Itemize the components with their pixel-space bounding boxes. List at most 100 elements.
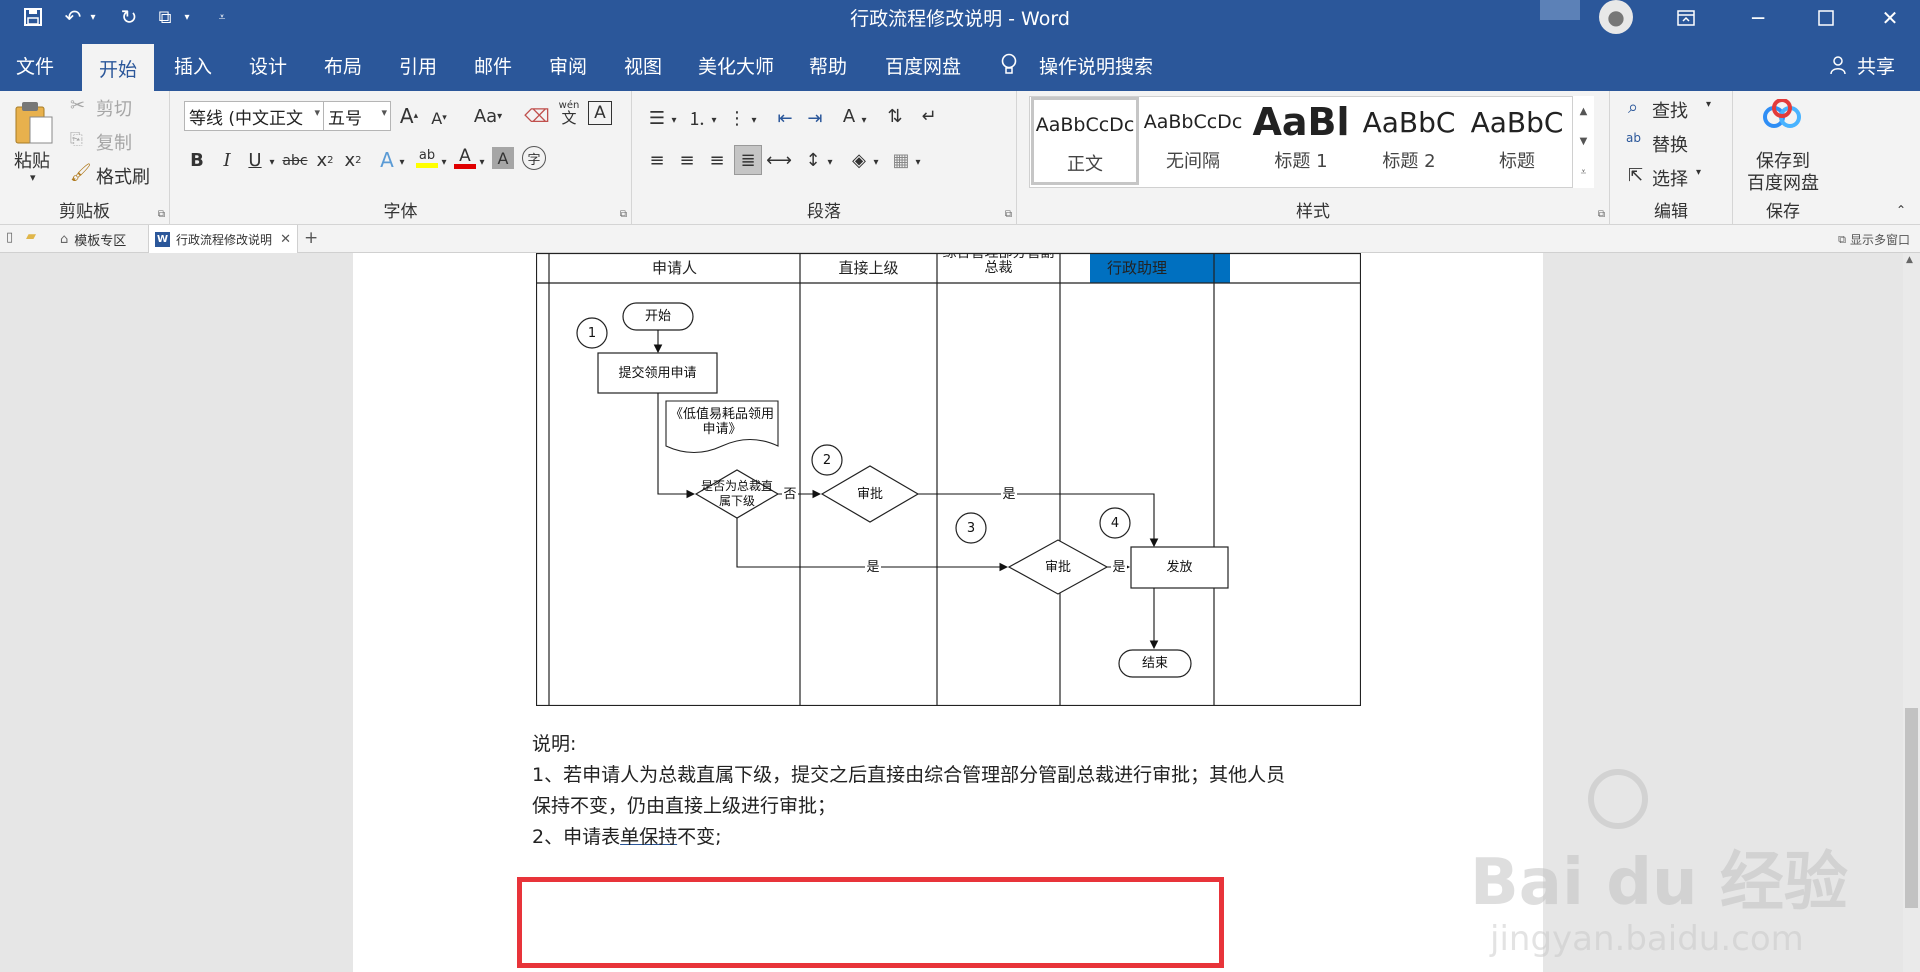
- italic-icon[interactable]: I: [214, 147, 240, 173]
- tab-current-document[interactable]: W 行政流程修改说明 ✕: [148, 225, 298, 253]
- tab-review[interactable]: 审阅: [543, 47, 593, 83]
- style-no-spacing[interactable]: AaBbCcDc 无间隔: [1139, 97, 1247, 185]
- tab-insert[interactable]: 插入: [168, 47, 218, 83]
- styles-more-icon[interactable]: ⩡: [1581, 167, 1587, 178]
- copy-button[interactable]: 复制: [96, 129, 132, 155]
- tab-view[interactable]: 视图: [618, 47, 668, 83]
- minimize-icon[interactable]: ─: [1728, 0, 1788, 35]
- character-border-icon[interactable]: A: [588, 101, 612, 125]
- bullets-dropdown-icon[interactable]: ▾: [668, 107, 680, 133]
- save-icon[interactable]: [18, 3, 48, 31]
- tab-design[interactable]: 设计: [243, 47, 293, 83]
- bold-icon[interactable]: B: [184, 147, 210, 173]
- tab-references[interactable]: 引用: [393, 47, 443, 83]
- font-launcher-icon[interactable]: ⧉: [620, 209, 627, 220]
- character-shading-icon[interactable]: A: [492, 147, 514, 169]
- format-painter-button[interactable]: 格式刷: [96, 163, 150, 189]
- style-heading-1[interactable]: AaBl 标题 1: [1247, 97, 1355, 185]
- clipboard-launcher-icon[interactable]: ⧉: [158, 209, 165, 220]
- tab-close-icon[interactable]: ✕: [280, 232, 291, 247]
- decrease-indent-icon[interactable]: ⇤: [772, 105, 798, 131]
- cut-button[interactable]: 剪切: [96, 95, 132, 121]
- tab-help[interactable]: 帮助: [803, 47, 853, 83]
- find-dropdown-icon[interactable]: ▾: [1706, 99, 1711, 110]
- lightbulb-icon[interactable]: [996, 47, 1022, 83]
- bullets-icon[interactable]: ☰: [644, 105, 670, 131]
- new-tab-icon[interactable]: +: [304, 228, 318, 248]
- undo-icon[interactable]: ↶: [58, 3, 88, 31]
- avatar[interactable]: ●: [1599, 0, 1633, 34]
- highlight-dropdown-icon[interactable]: ▾: [438, 149, 450, 175]
- justify-icon[interactable]: ≣: [734, 145, 762, 175]
- highlight-icon[interactable]: ab: [414, 145, 440, 171]
- replace-button[interactable]: 替换: [1652, 131, 1688, 157]
- show-marks-icon[interactable]: ↵: [916, 103, 942, 129]
- select-dropdown-icon[interactable]: ▾: [1696, 167, 1701, 178]
- tab-meihua[interactable]: 美化大师: [693, 47, 779, 83]
- borders-dropdown-icon[interactable]: ▾: [912, 149, 924, 175]
- line-spacing-icon[interactable]: ↕: [800, 147, 826, 173]
- show-multi-window-button[interactable]: ⧉ 显示多窗口: [1838, 231, 1910, 248]
- font-name-combo[interactable]: 等线 (中文正文 ▾: [184, 101, 324, 131]
- close-icon[interactable]: ✕: [1860, 0, 1920, 35]
- tab-layout[interactable]: 布局: [318, 47, 368, 83]
- chinese-layout-dropdown-icon[interactable]: ▾: [858, 107, 870, 133]
- ribbon-display-options-icon[interactable]: [1656, 0, 1716, 35]
- superscript-icon[interactable]: x2: [340, 147, 366, 173]
- new-doc-icon[interactable]: ▯: [6, 230, 13, 245]
- grow-font-icon[interactable]: A ▴: [396, 103, 422, 129]
- scrollbar-thumb[interactable]: [1905, 708, 1918, 908]
- tell-me-search[interactable]: 操作说明搜索: [1036, 47, 1156, 83]
- paste-qat-icon[interactable]: ⧉: [150, 3, 180, 31]
- redo-icon[interactable]: ↻: [114, 3, 144, 31]
- multilevel-list-dropdown-icon[interactable]: ▾: [748, 107, 760, 133]
- select-icon[interactable]: ⇱: [1628, 165, 1643, 186]
- increase-indent-icon[interactable]: ⇥: [802, 105, 828, 131]
- underline-dropdown-icon[interactable]: ▾: [266, 149, 278, 175]
- paste-button[interactable]: 粘贴: [14, 147, 50, 173]
- collapse-ribbon-icon[interactable]: ⌃: [1896, 203, 1906, 217]
- font-color-icon[interactable]: A: [452, 145, 478, 171]
- tab-mailings[interactable]: 邮件: [468, 47, 518, 83]
- folder-icon[interactable]: ▰: [26, 229, 36, 244]
- shading-dropdown-icon[interactable]: ▾: [870, 149, 882, 175]
- share-icon[interactable]: [1826, 47, 1852, 83]
- paste-dropdown-icon[interactable]: ▾: [30, 171, 36, 184]
- styles-up-icon[interactable]: ▲: [1580, 106, 1588, 117]
- find-icon[interactable]: ⌕: [1628, 97, 1638, 118]
- vertical-scrollbar[interactable]: ▲: [1903, 253, 1920, 972]
- tab-file[interactable]: 文件: [10, 47, 60, 83]
- scroll-up-icon[interactable]: ▲: [1906, 255, 1913, 265]
- font-name-dropdown-icon[interactable]: ▾: [314, 106, 320, 119]
- subscript-icon[interactable]: x2: [312, 147, 338, 173]
- sort-icon[interactable]: ⇅: [882, 103, 908, 129]
- align-center-icon[interactable]: ≡: [674, 147, 700, 173]
- distributed-icon[interactable]: ⟷: [766, 147, 792, 173]
- tab-home[interactable]: 开始: [82, 44, 154, 91]
- style-normal[interactable]: AaBbCcDc 正文: [1031, 97, 1139, 185]
- enclose-characters-icon[interactable]: 字: [522, 146, 546, 170]
- styles-down-icon[interactable]: ▼: [1580, 136, 1588, 147]
- customize-qat-icon[interactable]: ⩡: [212, 3, 232, 31]
- format-painter-icon[interactable]: 🖌: [70, 163, 92, 183]
- scissors-icon[interactable]: ✂: [70, 95, 85, 116]
- paragraph-launcher-icon[interactable]: ⧉: [1005, 209, 1012, 220]
- style-heading-2[interactable]: AaBbC 标题 2: [1355, 97, 1463, 185]
- maximize-icon[interactable]: [1796, 0, 1856, 35]
- tab-template-zone[interactable]: ⌂ 模板专区: [46, 225, 146, 253]
- style-title[interactable]: AaBbC 标题: [1463, 97, 1571, 185]
- strikethrough-icon[interactable]: abc: [280, 148, 310, 174]
- font-size-dropdown-icon[interactable]: ▾: [381, 106, 387, 119]
- multilevel-list-icon[interactable]: ⋮: [724, 105, 750, 131]
- font-color-dropdown-icon[interactable]: ▾: [476, 149, 488, 175]
- undo-dropdown-icon[interactable]: ▾: [86, 3, 100, 31]
- baidu-netdisk-icon[interactable]: [1759, 98, 1805, 135]
- line-spacing-dropdown-icon[interactable]: ▾: [824, 149, 836, 175]
- paste-qat-dropdown-icon[interactable]: ▾: [180, 3, 194, 31]
- save-to-netdisk-line2[interactable]: 百度网盘: [1733, 169, 1833, 195]
- font-size-combo[interactable]: 五号 ▾: [323, 101, 391, 131]
- shading-icon[interactable]: ◈: [846, 147, 872, 173]
- text-effects-dropdown-icon[interactable]: ▾: [396, 149, 408, 175]
- align-left-icon[interactable]: ≡: [644, 147, 670, 173]
- numbering-icon[interactable]: ⒈: [684, 105, 710, 131]
